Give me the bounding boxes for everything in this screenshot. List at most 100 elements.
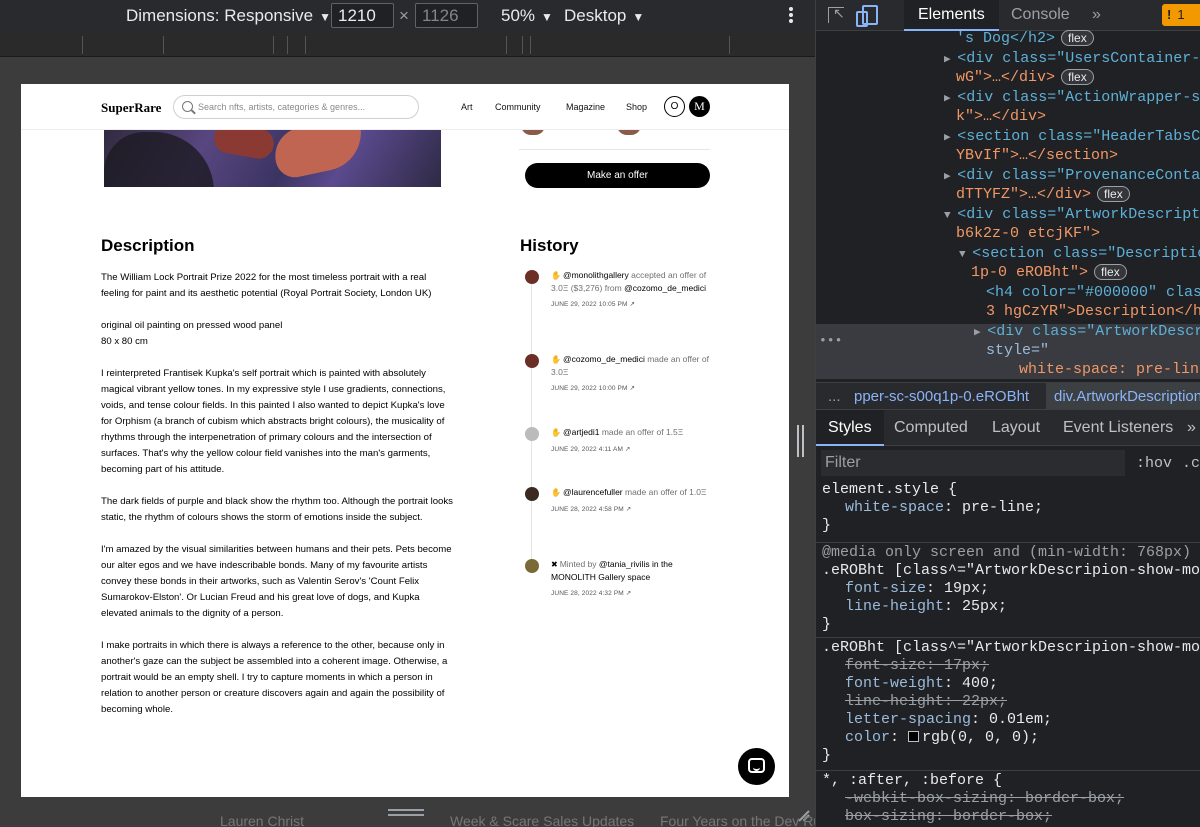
- chat-launcher-button[interactable]: [738, 748, 775, 785]
- css-value[interactable]: 400;: [962, 675, 998, 692]
- dom-node-cont: dTTYFZ">…</div> flex: [956, 185, 1130, 205]
- history-date-link[interactable]: JUNE 28, 2022 4:58 PM ↗: [551, 504, 711, 516]
- search-input[interactable]: Search nfts, artists, categories & genre…: [173, 95, 419, 119]
- css-value[interactable]: 0.01em;: [989, 711, 1052, 728]
- zoom-dropdown[interactable]: 50% ▼: [501, 6, 553, 27]
- history-user-link[interactable]: @monolithgallery: [563, 270, 629, 280]
- css-value[interactable]: 25px;: [962, 598, 1007, 615]
- history-user-link[interactable]: @artjedi1: [563, 427, 600, 437]
- hov-toggle[interactable]: :hov: [1136, 455, 1172, 472]
- css-media-query: @media only screen and (min-width: 768px…: [822, 544, 1192, 561]
- width-input[interactable]: 1210: [331, 3, 394, 28]
- css-value[interactable]: border-box;: [953, 808, 1052, 825]
- description-paragraph: The William Lock Portrait Prize 2022 for…: [101, 272, 432, 299]
- css-property[interactable]: -webkit-box-sizing: [845, 790, 1007, 807]
- tab-layout[interactable]: Layout: [992, 419, 1040, 437]
- history-date-link[interactable]: JUNE 29, 2022 4:11 AM ↗: [551, 444, 711, 456]
- avatar[interactable]: [525, 427, 539, 441]
- tab-elements[interactable]: Elements: [904, 0, 999, 31]
- filter-input[interactable]: Filter: [821, 450, 1125, 476]
- breadcrumb-overflow-icon[interactable]: ...: [828, 388, 841, 405]
- nav-magazine[interactable]: Magazine: [566, 102, 605, 112]
- css-rule: .eROBht [class^="ArtworkDescripion-show-…: [816, 639, 1200, 771]
- css-property[interactable]: color: [845, 729, 890, 746]
- dom-text: dTTYFZ">…</div>: [956, 186, 1092, 203]
- ghost-text: Lauren Christ: [220, 813, 305, 827]
- css-property[interactable]: letter-spacing: [845, 711, 971, 728]
- dom-node[interactable]: 's Dog</h2> flex: [956, 29, 1094, 49]
- flex-badge[interactable]: flex: [1097, 186, 1130, 202]
- css-value[interactable]: 17px;: [944, 657, 989, 674]
- tab-event-listeners[interactable]: Event Listeners: [1063, 419, 1173, 437]
- caret-down-icon: ▼: [541, 10, 553, 24]
- devtools-tabbar: Elements Console » !1: [816, 0, 1200, 31]
- css-property[interactable]: font-size: [845, 580, 926, 597]
- flex-badge[interactable]: flex: [1061, 69, 1094, 85]
- nav-art[interactable]: Art: [461, 102, 473, 112]
- avatar[interactable]: [525, 487, 539, 501]
- nav-shop[interactable]: Shop: [626, 102, 647, 112]
- avatar[interactable]: [525, 559, 539, 573]
- css-value[interactable]: 22px;: [962, 693, 1007, 710]
- device-toolbar-icon[interactable]: [856, 5, 878, 27]
- media-query-bar[interactable]: [0, 33, 815, 57]
- issues-badge[interactable]: ! 1: [1162, 4, 1200, 26]
- flex-badge[interactable]: flex: [1061, 30, 1094, 46]
- history-date-link[interactable]: JUNE 29, 2022 10:05 PM ↗: [551, 299, 711, 311]
- dom-text: 3 hgCzYR">Description</h4>: [986, 303, 1200, 320]
- history-date-link[interactable]: JUNE 29, 2022 10:00 PM ↗: [551, 383, 711, 395]
- node-menu-icon[interactable]: •••: [819, 331, 842, 351]
- more-options-icon[interactable]: [787, 5, 795, 25]
- tab-console[interactable]: Console: [1011, 6, 1070, 24]
- inspect-element-icon[interactable]: [828, 5, 845, 23]
- css-rule: element.style { white-space: pre-line; }: [816, 481, 1200, 543]
- css-value[interactable]: 19px;: [944, 580, 989, 597]
- background-page-strip: Lauren Christ Week & Scare Sales Updates…: [0, 812, 815, 827]
- dom-text: <div class="ProvenanceContain: [957, 167, 1200, 184]
- css-selector: .eROBht [class^="ArtworkDescripion-show-…: [822, 639, 1200, 656]
- breadcrumb: ... pper-sc-s00q1p-0.eROBht div.ArtworkD…: [816, 382, 1200, 410]
- search-icon: [182, 101, 193, 112]
- height-input[interactable]: 1126: [415, 3, 478, 28]
- css-property[interactable]: font-weight: [845, 675, 944, 692]
- nav-community[interactable]: Community: [495, 102, 541, 112]
- tab-styles[interactable]: Styles: [816, 410, 884, 446]
- balance-button[interactable]: O: [664, 96, 685, 117]
- site-logo[interactable]: SuperRare: [101, 100, 161, 116]
- css-selector: *, :after, :before {: [822, 772, 1003, 789]
- description-paragraph: original oil painting on pressed wood pa…: [101, 320, 283, 347]
- avatar[interactable]: [525, 270, 539, 284]
- flex-badge[interactable]: flex: [1094, 264, 1127, 280]
- breadcrumb-item[interactable]: pper-sc-s00q1p-0.eROBht: [854, 388, 1029, 405]
- dom-tree[interactable]: ••• 's Dog</h2> flex ▶ <div class="UsersC…: [816, 29, 1200, 379]
- avatar[interactable]: [525, 354, 539, 368]
- history-user-link[interactable]: @laurencefuller: [563, 487, 623, 497]
- history-date-link[interactable]: JUNE 28, 2022 4:32 PM ↗: [551, 588, 711, 600]
- dom-node[interactable]: <h4 color="#000000" class=: [986, 283, 1200, 303]
- pane-divider-handle[interactable]: [797, 425, 805, 457]
- history-user-link[interactable]: @cozomo_de_medici: [563, 354, 645, 364]
- css-value[interactable]: pre-line;: [962, 499, 1043, 516]
- dimensions-dropdown[interactable]: Dimensions: Responsive ▼: [126, 6, 331, 27]
- css-property[interactable]: box-sizing: [845, 808, 935, 825]
- css-property[interactable]: line-height: [845, 598, 944, 615]
- history-target-link[interactable]: @cozomo_de_medici: [624, 283, 706, 293]
- avatar[interactable]: M: [689, 96, 710, 117]
- css-selector: element.style {: [822, 481, 958, 498]
- device-mode-dropdown[interactable]: Desktop ▼: [564, 6, 644, 27]
- cls-toggle[interactable]: .cls: [1182, 455, 1200, 472]
- css-value[interactable]: border-box;: [1025, 790, 1124, 807]
- color-swatch-icon[interactable]: [908, 731, 920, 742]
- device-toolbar: Dimensions: Responsive ▼ 1210 × 1126 50% ▼…: [0, 0, 815, 33]
- dom-node-cont: k">…</div>: [956, 107, 1046, 127]
- css-property[interactable]: white-space: [845, 499, 944, 516]
- css-property[interactable]: line-height: [845, 693, 944, 710]
- history-user-link[interactable]: @tania_rivilis: [599, 559, 650, 569]
- css-value[interactable]: rgb(0, 0, 0);: [922, 729, 1039, 746]
- tab-computed[interactable]: Computed: [894, 419, 968, 437]
- more-tabs-icon[interactable]: »: [1187, 419, 1196, 437]
- more-tabs-icon[interactable]: »: [1092, 6, 1101, 24]
- make-offer-button[interactable]: Make an offer: [525, 163, 710, 188]
- css-property[interactable]: font-size: [845, 657, 926, 674]
- breadcrumb-item-selected[interactable]: div.ArtworkDescription: [1046, 383, 1200, 410]
